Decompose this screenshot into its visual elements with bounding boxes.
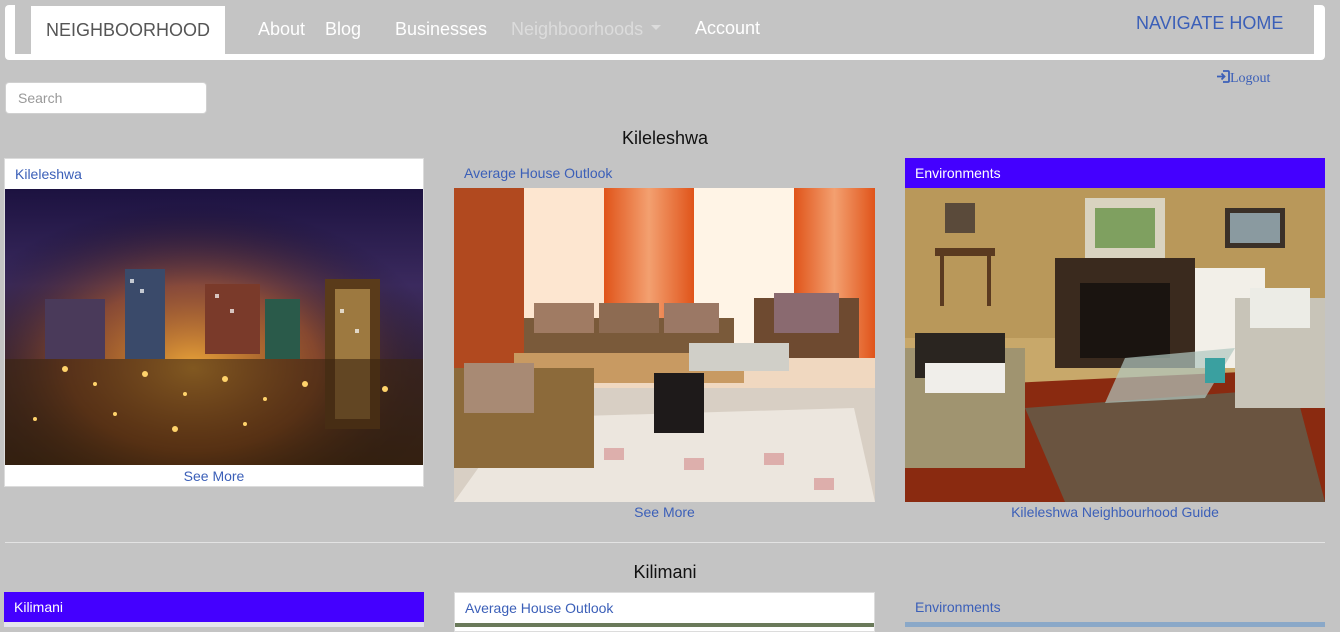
card-header-house-outlook[interactable]: Average House Outlook <box>454 158 874 188</box>
kilimani-image <box>4 622 424 627</box>
brand-link[interactable]: NEIGHBOORHOOD <box>31 6 225 54</box>
nav-link-about[interactable]: About <box>258 19 305 40</box>
search-input[interactable] <box>5 82 207 114</box>
navbar: NEIGHBOORHOOD About Blog Businesses Neig… <box>15 5 1314 54</box>
caret-down-icon <box>651 24 662 30</box>
kilimani-environment-image <box>905 622 1325 627</box>
living-room-image <box>454 188 875 502</box>
card-header-kilimani-environments[interactable]: Environments <box>905 592 1325 622</box>
nav-link-blog[interactable]: Blog <box>325 19 361 40</box>
nav-link-account[interactable]: Account <box>695 18 760 39</box>
see-more-link-kileleshwa[interactable]: See More <box>5 468 423 484</box>
navbar-container: NEIGHBOORHOOD About Blog Businesses Neig… <box>5 5 1325 60</box>
section-title-kilimani: Kilimani <box>633 562 697 582</box>
night-city-image <box>5 189 423 465</box>
card-header-kileleshwa[interactable]: Kileleshwa <box>5 159 423 189</box>
card-header-environments[interactable]: Environments <box>905 158 1325 188</box>
nav-dropdown-neighborhoods[interactable]: Neighboorhoods <box>511 19 662 40</box>
see-more-link-house-outlook[interactable]: See More <box>454 504 875 520</box>
neighbourhood-guide-link[interactable]: Kileleshwa Neighbourhood Guide <box>905 504 1325 520</box>
fireplace-room-image <box>905 188 1325 502</box>
logout-link[interactable]: Logout <box>1216 70 1270 87</box>
kilimani-house-image <box>455 623 874 627</box>
sign-in-icon <box>1217 70 1230 83</box>
nav-dropdown-label: Neighboorhoods <box>511 19 644 39</box>
card-header-kilimani[interactable]: Kilimani <box>4 592 424 622</box>
logout-label: Logout <box>1230 71 1271 86</box>
nav-link-businesses[interactable]: Businesses <box>395 19 487 40</box>
section-divider <box>5 542 1325 543</box>
card-header-kilimani-house-outlook[interactable]: Average House Outlook <box>455 593 874 623</box>
section-title-kileleshwa: Kileleshwa <box>621 128 709 148</box>
navigate-home-link[interactable]: NAVIGATE HOME <box>1136 13 1283 34</box>
